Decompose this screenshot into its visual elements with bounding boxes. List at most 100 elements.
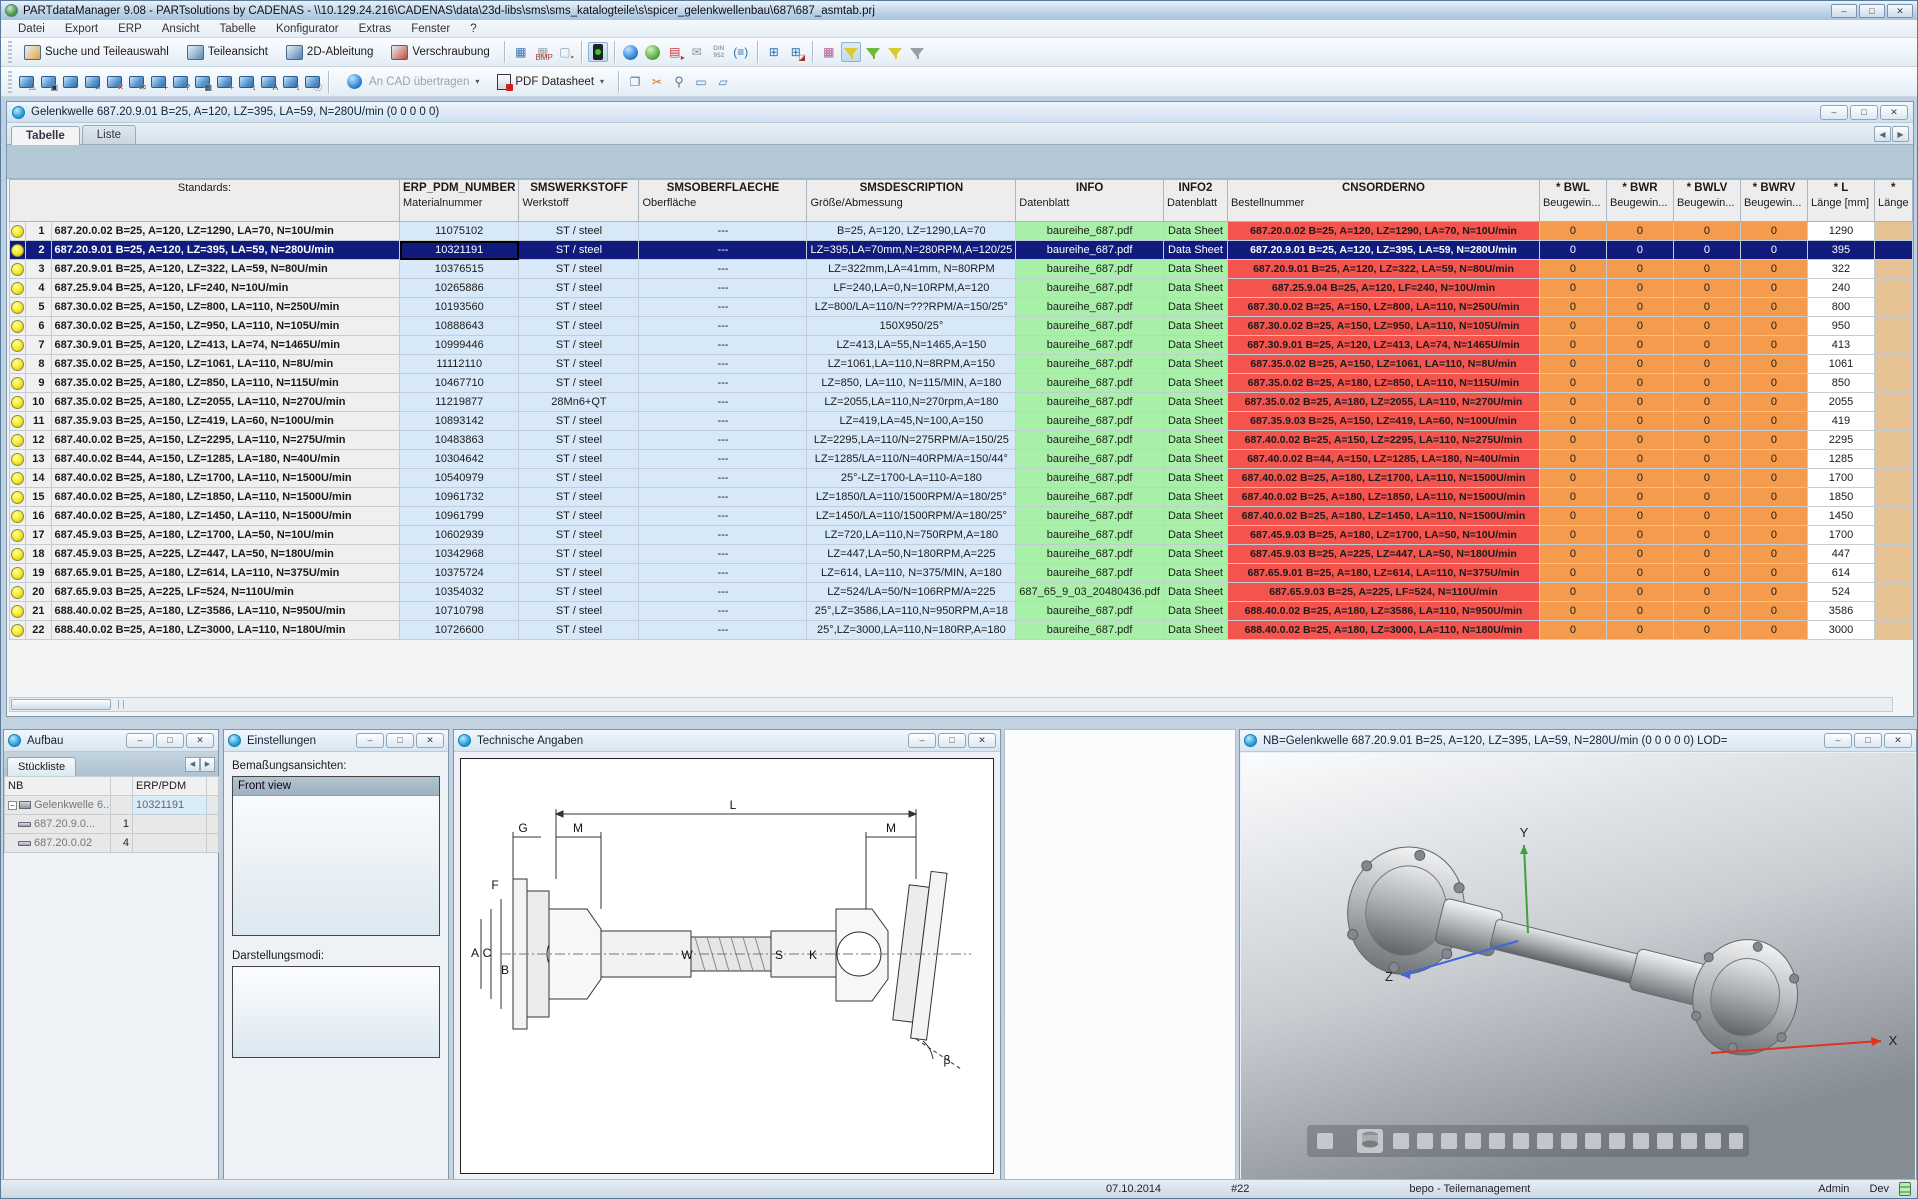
cell-info[interactable]: baureihe_687.pdf <box>1016 393 1164 412</box>
cell-description[interactable]: LZ=447,LA=50,N=180RPM,A=225 <box>807 545 1016 564</box>
part-down2-icon[interactable]: ↓ <box>280 72 300 92</box>
cell-bwrv[interactable]: 0 <box>1740 431 1807 450</box>
cell-bwrv[interactable]: 0 <box>1740 298 1807 317</box>
row-name[interactable]: 688.40.0.02 B=25, A=180, LZ=3000, LA=110… <box>51 621 399 640</box>
cell-orderno[interactable]: 687.20.9.01 B=25, A=120, LZ=395, LA=59, … <box>1227 241 1539 260</box>
cell-erp[interactable]: 10999446 <box>400 336 519 355</box>
modes-listbox[interactable] <box>232 966 440 1058</box>
cell-bwl[interactable]: 0 <box>1539 450 1606 469</box>
row-number[interactable]: 9 <box>26 374 51 393</box>
table-row[interactable]: 17687.45.9.03 B=25, A=180, LZ=1700, LA=5… <box>10 526 1913 545</box>
cell-description[interactable]: LZ=419,LA=45,N=100,A=150 <box>807 412 1016 431</box>
bmp-table-icon[interactable]: ▦BMP <box>533 42 553 62</box>
cell-info2[interactable]: Data Sheet <box>1163 241 1227 260</box>
cell-bwl[interactable]: 0 <box>1539 241 1606 260</box>
cell-bwr[interactable]: 0 <box>1606 241 1673 260</box>
cell-bwl[interactable]: 0 <box>1539 298 1606 317</box>
cell-bwlv[interactable]: 0 <box>1673 222 1740 241</box>
window-icon[interactable]: ❐ <box>625 72 645 92</box>
tab-tabelle[interactable]: Tabelle <box>11 126 80 145</box>
cell-bwl[interactable]: 0 <box>1539 431 1606 450</box>
row-name[interactable]: 687.40.0.02 B=25, A=180, LZ=1850, LA=110… <box>51 488 399 507</box>
menu-help[interactable]: ? <box>461 22 485 36</box>
cell-bwr[interactable]: 0 <box>1606 298 1673 317</box>
minimize-button[interactable]: – <box>1831 4 1857 18</box>
part-add-icon[interactable]: + <box>148 72 168 92</box>
cell-werkstoff[interactable]: ST / steel <box>519 260 639 279</box>
row-number[interactable]: 21 <box>26 602 51 621</box>
tree-node[interactable]: 687.20.0.02 <box>5 834 111 853</box>
aufbau-titlebar[interactable]: Aufbau – □ ✕ <box>4 730 218 752</box>
cell-oberflaeche[interactable]: --- <box>639 545 807 564</box>
cell-bwrv[interactable]: 0 <box>1740 336 1807 355</box>
cell-laenge2[interactable] <box>1874 431 1912 450</box>
cell-info2[interactable]: Data Sheet <box>1163 469 1227 488</box>
cell-laenge[interactable]: 850 <box>1807 374 1874 393</box>
cell-bwlv[interactable]: 0 <box>1673 469 1740 488</box>
views-listbox[interactable]: Front view <box>232 776 440 936</box>
row-number[interactable]: 5 <box>26 298 51 317</box>
column-header-bwl[interactable]: * BWLBeugewin... <box>1539 180 1606 222</box>
cell-laenge[interactable]: 1290 <box>1807 222 1874 241</box>
table-row[interactable]: 2687.20.9.01 B=25, A=120, LZ=395, LA=59,… <box>10 241 1913 260</box>
sap-icon[interactable]: ✂ <box>647 72 667 92</box>
cell-description[interactable]: LZ=1285/LA=110/N=40RPM/A=150/44° <box>807 450 1016 469</box>
cell-laenge[interactable]: 614 <box>1807 564 1874 583</box>
cell-info[interactable]: baureihe_687.pdf <box>1016 602 1164 621</box>
cell-erp[interactable]: 10342968 <box>400 545 519 564</box>
tech-close-button[interactable]: ✕ <box>968 733 996 748</box>
cell-orderno[interactable]: 687.35.0.02 B=25, A=180, LZ=850, LA=110,… <box>1227 374 1539 393</box>
cell-erp[interactable]: 10467710 <box>400 374 519 393</box>
part-delete-icon[interactable]: ✕ <box>104 72 124 92</box>
cell-laenge[interactable]: 1700 <box>1807 469 1874 488</box>
cell-oberflaeche[interactable]: --- <box>639 317 807 336</box>
cell-laenge2[interactable] <box>1874 564 1912 583</box>
menu-tabelle[interactable]: Tabelle <box>210 22 264 36</box>
cell-bwlv[interactable]: 0 <box>1673 374 1740 393</box>
column-header-wk[interactable]: SMSWERKSTOFFWerkstoff <box>519 180 639 222</box>
cell-erp[interactable]: 10321191 <box>400 241 519 260</box>
cell-werkstoff[interactable]: ST / steel <box>519 469 639 488</box>
cell-info[interactable]: baureihe_687.pdf <box>1016 488 1164 507</box>
cell-oberflaeche[interactable]: --- <box>639 583 807 602</box>
table-row[interactable]: 19687.65.9.01 B=25, A=180, LZ=614, LA=11… <box>10 564 1913 583</box>
cell-info[interactable]: baureihe_687.pdf <box>1016 241 1164 260</box>
row-number[interactable]: 1 <box>26 222 51 241</box>
cell-laenge2[interactable] <box>1874 450 1912 469</box>
filter-active-icon[interactable] <box>841 42 861 62</box>
cell-description[interactable]: LZ=2295,LA=110/N=275RPM/A=150/25 <box>807 431 1016 450</box>
row-name[interactable]: 687.30.0.02 B=25, A=150, LZ=800, LA=110,… <box>51 298 399 317</box>
cell-erp[interactable]: 10893142 <box>400 412 519 431</box>
cell-bwr[interactable]: 0 <box>1606 526 1673 545</box>
cell-description[interactable]: LZ=413,LA=55,N=1465,A=150 <box>807 336 1016 355</box>
table-row[interactable]: 4687.25.9.04 B=25, A=120, LF=240, N=10U/… <box>10 279 1913 298</box>
cell-info[interactable]: baureihe_687.pdf <box>1016 222 1164 241</box>
cell-bwlv[interactable]: 0 <box>1673 583 1740 602</box>
cell-erp[interactable]: 10540979 <box>400 469 519 488</box>
cell-orderno[interactable]: 687.40.0.02 B=25, A=150, LZ=2295, LA=110… <box>1227 431 1539 450</box>
cell-erp[interactable]: 10483863 <box>400 431 519 450</box>
part-folder-icon[interactable]: ▣ <box>38 72 58 92</box>
cell-info[interactable]: baureihe_687.pdf <box>1016 526 1164 545</box>
cell-orderno[interactable]: 688.40.0.02 B=25, A=180, LZ=3000, LA=110… <box>1227 621 1539 640</box>
toolbar-grip[interactable] <box>8 41 12 63</box>
part-table-icon[interactable]: ▦ <box>192 72 212 92</box>
cell-oberflaeche[interactable]: --- <box>639 374 807 393</box>
cell-bwr[interactable]: 0 <box>1606 450 1673 469</box>
table-row[interactable]: 16687.40.0.02 B=25, A=180, LZ=1450, LA=1… <box>10 507 1913 526</box>
cell-erp[interactable]: 10961799 <box>400 507 519 526</box>
cell-bwlv[interactable]: 0 <box>1673 602 1740 621</box>
cell-werkstoff[interactable]: ST / steel <box>519 374 639 393</box>
cell-laenge2[interactable] <box>1874 317 1912 336</box>
row-name[interactable]: 687.35.0.02 B=25, A=180, LZ=2055, LA=110… <box>51 393 399 412</box>
close-button[interactable]: ✕ <box>1887 4 1913 18</box>
table-row[interactable]: 9 687.35.0.02 B=25, A=180, LZ=850, LA=110… <box>10 374 1913 393</box>
cell-bwlv[interactable]: 0 <box>1673 526 1740 545</box>
cad-transfer-icon[interactable] <box>344 72 364 92</box>
cell-bwl[interactable]: 0 <box>1539 336 1606 355</box>
column-header-de[interactable]: SMSDESCRIPTIONGröße/Abmessung <box>807 180 1016 222</box>
chevron-down-icon[interactable]: ▾ <box>475 77 479 86</box>
tree-row[interactable]: 687.20.9.0...1 <box>5 815 219 834</box>
cell-orderno[interactable]: 687.20.0.02 B=25, A=120, LZ=1290, LA=70,… <box>1227 222 1539 241</box>
cell-erp[interactable]: 10710798 <box>400 602 519 621</box>
